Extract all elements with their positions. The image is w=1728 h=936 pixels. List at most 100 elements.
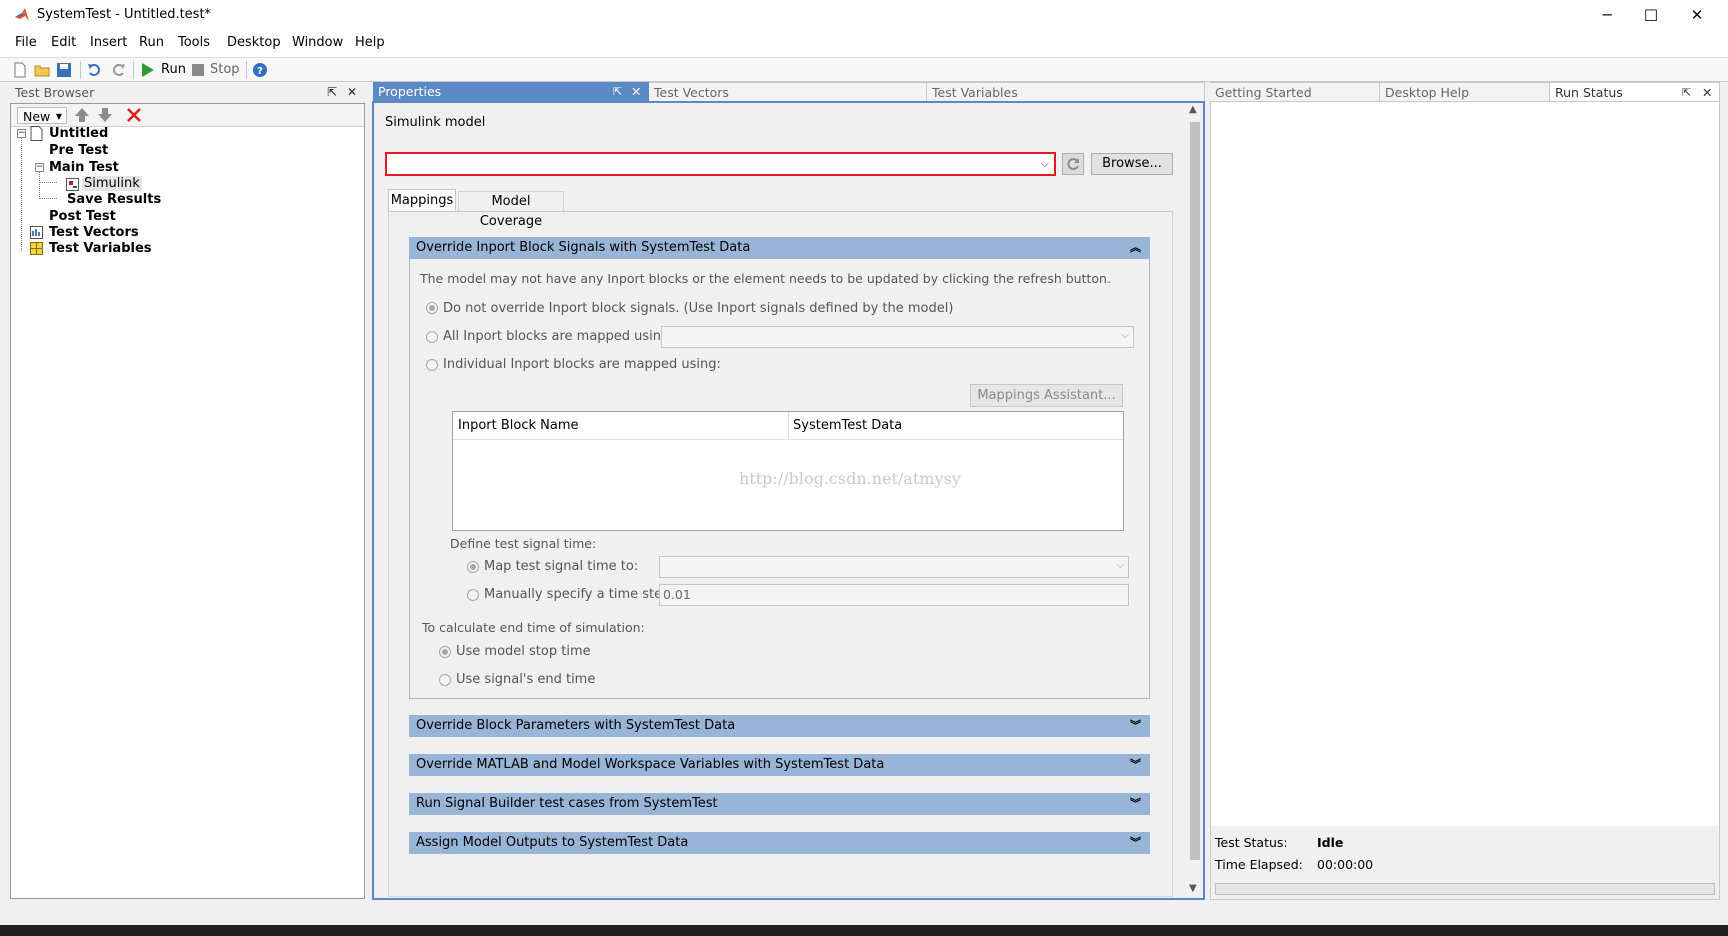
undo-icon[interactable] <box>87 62 103 78</box>
close-window-button[interactable]: ✕ <box>1674 0 1720 31</box>
col-inport-block-name[interactable]: Inport Block Name <box>458 418 579 433</box>
tree-item-test-variables[interactable]: Test Variables <box>49 241 152 256</box>
radio-manual-step[interactable] <box>467 589 479 601</box>
label-signal-end-time: Use signal's end time <box>456 672 596 687</box>
radio-all-inports[interactable] <box>426 331 438 343</box>
chevron-down-icon: ⌵ <box>1121 330 1129 341</box>
run-signal-builder-header[interactable]: Run Signal Builder test cases from Syste… <box>409 793 1150 815</box>
collapse-chevron-icon: ︽ <box>1130 241 1141 254</box>
redo-icon[interactable] <box>110 62 126 78</box>
collapse-untitled-icon[interactable]: − <box>17 129 26 138</box>
move-up-icon[interactable] <box>74 107 90 123</box>
new-file-icon[interactable] <box>12 62 28 78</box>
test-status-value: Idle <box>1317 835 1344 850</box>
menu-tools[interactable]: Tools <box>178 35 210 50</box>
status-bar <box>0 903 1728 925</box>
test-browser-header: Test Browser <box>10 83 367 102</box>
close-run-status-icon[interactable]: ✕ <box>1702 83 1712 102</box>
menu-run[interactable]: Run <box>139 35 164 50</box>
tree-item-post-test[interactable]: Post Test <box>49 209 116 224</box>
maximize-button[interactable]: ☐ <box>1628 0 1674 31</box>
delete-icon[interactable] <box>126 107 142 123</box>
run-button[interactable]: Run <box>161 62 186 77</box>
undock-run-status-icon[interactable]: ⇱ <box>1682 83 1691 102</box>
tab-mappings[interactable]: Mappings <box>388 189 456 212</box>
inport-note: The model may not have any Inport blocks… <box>420 271 1111 286</box>
menu-file[interactable]: File <box>15 35 37 50</box>
scrollbar-thumb[interactable] <box>1190 122 1200 860</box>
scroll-up-icon[interactable]: ▲ <box>1189 104 1197 115</box>
menu-help[interactable]: Help <box>355 35 385 50</box>
open-folder-icon[interactable] <box>34 62 50 78</box>
time-step-input[interactable]: 0.01 <box>659 584 1129 606</box>
simulink-icon <box>66 178 79 191</box>
mapping-table: Inport Block Name SystemTest Data http:/… <box>452 411 1124 531</box>
run-icon[interactable] <box>140 62 156 78</box>
end-time-label: To calculate end time of simulation: <box>422 620 645 635</box>
help-icon[interactable]: ? <box>252 62 268 78</box>
browse-button[interactable]: Browse... <box>1091 153 1173 175</box>
scroll-down-icon[interactable]: ▼ <box>1189 883 1197 894</box>
stop-button[interactable]: Stop <box>210 62 240 77</box>
tab-getting-started[interactable]: Getting Started <box>1210 82 1380 101</box>
undock-properties-icon[interactable]: ⇱ <box>613 82 622 101</box>
label-all-inports: All Inport blocks are mapped using: <box>443 329 674 344</box>
tree-item-simulink[interactable]: Simulink <box>82 176 142 191</box>
properties-scrollbar[interactable]: ▲ ▼ <box>1186 103 1203 898</box>
tab-properties[interactable]: Properties ⇱ ✕ <box>373 82 649 101</box>
override-inport-header[interactable]: Override Inport Block Signals with Syste… <box>409 237 1150 259</box>
simulink-model-combobox[interactable]: ⌵ <box>385 152 1056 176</box>
save-icon[interactable] <box>56 62 72 78</box>
table-header-row: Inport Block Name SystemTest Data <box>453 412 1123 440</box>
refresh-model-button[interactable] <box>1062 153 1084 175</box>
assign-model-outputs-header[interactable]: Assign Model Outputs to SystemTest Data ︾ <box>409 832 1150 854</box>
label-individual-inports: Individual Inport blocks are mapped usin… <box>443 357 721 372</box>
watermark-text: http://blog.csdn.net/atmysy <box>739 469 961 488</box>
label-no-override: Do not override Inport block signals. (U… <box>443 301 954 316</box>
chevron-down-icon: ⌵ <box>1040 157 1049 170</box>
tree-item-save-results[interactable]: Save Results <box>67 192 161 207</box>
menu-window[interactable]: Window <box>292 35 343 50</box>
radio-model-stop-time[interactable] <box>439 646 451 658</box>
tree-item-main-test[interactable]: Main Test <box>49 160 119 175</box>
stop-icon[interactable] <box>190 62 206 78</box>
menu-insert[interactable]: Insert <box>90 35 127 50</box>
menu-bar: File Edit Insert Run Tools Desktop Windo… <box>0 31 1728 57</box>
map-time-select[interactable]: ⌵ <box>659 556 1129 578</box>
expand-chevron-icon: ︾ <box>1130 719 1141 732</box>
all-inports-select[interactable]: ⌵ <box>661 326 1134 348</box>
menu-desktop[interactable]: Desktop <box>227 35 281 50</box>
tab-test-vectors[interactable]: Test Vectors <box>649 82 927 101</box>
test-variables-icon <box>30 242 43 255</box>
label-model-stop-time: Use model stop time <box>456 644 591 659</box>
tab-model-coverage[interactable]: Model Coverage <box>458 191 564 229</box>
define-time-label: Define test signal time: <box>450 536 597 551</box>
move-down-icon[interactable] <box>97 107 113 123</box>
menu-edit[interactable]: Edit <box>51 35 76 50</box>
window-title: SystemTest - Untitled.test* <box>37 7 212 22</box>
close-properties-icon[interactable]: ✕ <box>631 82 641 101</box>
undock-test-browser-icon[interactable]: ⇱ <box>324 83 340 102</box>
tree-item-pre-test[interactable]: Pre Test <box>49 143 108 158</box>
title-bar: SystemTest - Untitled.test* ─ ☐ ✕ <box>0 0 1728 31</box>
time-elapsed-label: Time Elapsed: <box>1215 857 1303 872</box>
tree-item-untitled[interactable]: Untitled <box>49 126 108 141</box>
mappings-assistant-button[interactable]: Mappings Assistant... <box>970 384 1123 407</box>
chevron-down-icon: ⌵ <box>1116 560 1124 571</box>
collapse-main-test-icon[interactable]: − <box>35 163 44 172</box>
override-block-parameters-header[interactable]: Override Block Parameters with SystemTes… <box>409 715 1150 737</box>
new-dropdown[interactable]: New ▼ <box>17 107 67 124</box>
tab-test-variables[interactable]: Test Variables <box>927 82 1205 101</box>
radio-map-time[interactable] <box>467 561 479 573</box>
radio-no-override[interactable] <box>426 302 438 314</box>
radio-individual-inports[interactable] <box>426 359 438 371</box>
run-status-footer: Test Status: Idle Time Elapsed: 00:00:00 <box>1211 826 1719 899</box>
close-test-browser-icon[interactable]: ✕ <box>344 83 360 102</box>
tab-desktop-help[interactable]: Desktop Help <box>1380 82 1550 101</box>
tab-run-status[interactable]: Run Status ⇱ ✕ <box>1550 82 1720 101</box>
minimize-button[interactable]: ─ <box>1584 0 1630 31</box>
radio-signal-end-time[interactable] <box>439 674 451 686</box>
tree-item-test-vectors[interactable]: Test Vectors <box>49 225 139 240</box>
col-systemtest-data[interactable]: SystemTest Data <box>793 418 902 433</box>
override-workspace-variables-header[interactable]: Override MATLAB and Model Workspace Vari… <box>409 754 1150 776</box>
